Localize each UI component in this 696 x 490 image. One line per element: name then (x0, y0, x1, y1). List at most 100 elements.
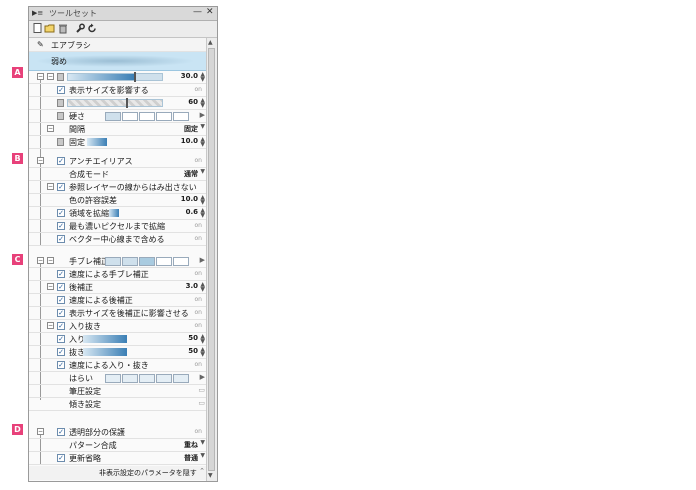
settings-dialog-icon[interactable]: ▭ (198, 399, 205, 407)
pressure-toggle-icon[interactable] (57, 112, 64, 120)
tilt-row[interactable]: 傾き設定 ▭ (29, 398, 206, 411)
update-skip-value[interactable]: 普通 (184, 453, 198, 463)
dropdown-icon[interactable]: ▼ (200, 440, 205, 446)
collapse-icon[interactable]: − (47, 322, 54, 329)
ref-layer-checkbox[interactable]: ✓ (57, 183, 65, 191)
stabilize-cell[interactable] (122, 257, 138, 266)
collapse-icon[interactable]: − (47, 125, 54, 132)
hardness-cell[interactable] (156, 112, 172, 121)
stabilize-cell[interactable] (139, 257, 155, 266)
vector-center-checkbox[interactable]: ✓ (57, 235, 65, 243)
taper-in-value[interactable]: 50 (188, 334, 198, 342)
spinner-icon[interactable]: ▲ ▼ (200, 347, 205, 358)
spinner-icon[interactable]: ▲ ▼ (200, 137, 205, 148)
collapse-icon[interactable]: − (37, 428, 44, 435)
post-correct-value[interactable]: 3.0 (186, 282, 198, 290)
scroll-down-icon[interactable]: ▼ (208, 472, 213, 479)
density-slider[interactable] (67, 98, 163, 108)
expand-dark-checkbox[interactable]: ✓ (57, 222, 65, 230)
collapse-icon[interactable]: − (37, 157, 44, 164)
harai-cell[interactable] (139, 374, 155, 383)
close-button[interactable]: ✕ (206, 7, 214, 17)
post-correct-checkbox[interactable]: ✓ (57, 283, 65, 291)
collapse-icon[interactable]: − (47, 257, 54, 264)
stabilize-cell[interactable] (105, 257, 121, 266)
update-skip-checkbox[interactable]: ✓ (57, 454, 65, 462)
spinner-icon[interactable]: ▲ ▼ (200, 72, 205, 83)
size-affect-checkbox[interactable]: ✓ (57, 86, 65, 94)
scroll-thumb[interactable] (208, 48, 215, 471)
harai-cells[interactable] (105, 374, 190, 383)
taper-checkbox[interactable]: ✓ (57, 322, 65, 330)
collapse-icon[interactable]: − (37, 73, 44, 80)
fixed-value[interactable]: 10.0 (181, 137, 198, 145)
panel-tab-label[interactable]: ツールセット (49, 8, 97, 19)
spinner-icon[interactable]: ▲ ▼ (200, 208, 205, 219)
scroll-up-icon[interactable]: ▲ (208, 39, 213, 46)
harai-cell[interactable] (122, 374, 138, 383)
pressure-toggle-icon[interactable] (57, 138, 64, 146)
antialias-checkbox[interactable]: ✓ (57, 157, 65, 165)
color-tolerance-value[interactable]: 10.0 (181, 195, 198, 203)
pattern-blend-value[interactable]: 重ね (184, 440, 198, 450)
protect-alpha-checkbox[interactable]: ✓ (57, 428, 65, 436)
hide-params-label[interactable]: 非表示設定のパラメータを隠す (99, 468, 197, 478)
new-sub-tool-icon[interactable] (32, 23, 43, 34)
spinner-icon[interactable]: ▲ ▼ (200, 195, 205, 206)
hardness-cells[interactable] (105, 112, 190, 121)
collapse-icon[interactable]: − (47, 183, 54, 190)
spinner-icon[interactable]: ▲ ▼ (200, 282, 205, 293)
taper-out-value[interactable]: 50 (188, 347, 198, 355)
folder-icon[interactable] (44, 23, 55, 34)
expand-arrow-icon[interactable]: ▶ (200, 111, 205, 119)
blend-mode-value[interactable]: 通常 (184, 169, 198, 179)
reset-icon[interactable] (86, 23, 97, 34)
spinner-icon[interactable]: ▲ ▼ (200, 98, 205, 109)
panel-scrollbar[interactable]: ▲ ▼ (206, 38, 217, 481)
collapse-icon[interactable]: − (47, 283, 54, 290)
hardness-cell[interactable] (139, 112, 155, 121)
fixed-slider[interactable] (87, 138, 107, 146)
taper-out-slider[interactable] (83, 348, 127, 356)
density-value[interactable]: 60 (188, 98, 198, 106)
minimize-button[interactable]: — (193, 7, 202, 17)
dropdown-icon[interactable]: ▼ (200, 124, 205, 130)
taper-in-checkbox[interactable]: ✓ (57, 335, 65, 343)
brush-size-slider[interactable] (67, 72, 163, 82)
panel-menu-icon[interactable]: ▶≡ (32, 9, 43, 17)
trash-icon[interactable] (57, 23, 68, 34)
harai-cell[interactable] (105, 374, 121, 383)
brush-size-value[interactable]: 30.0 (181, 72, 198, 80)
expand-arrow-icon[interactable]: ▶ (200, 373, 205, 381)
spacing-value[interactable]: 固定 (184, 124, 198, 134)
hardness-cell[interactable] (122, 112, 138, 121)
hardness-cell[interactable] (173, 112, 189, 121)
area-scale-checkbox[interactable]: ✓ (57, 209, 65, 217)
subtool-row[interactable]: 弱め (29, 52, 206, 71)
stabilize-cell[interactable] (156, 257, 172, 266)
dropdown-icon[interactable]: ▼ (200, 169, 205, 175)
settings-dialog-icon[interactable]: ▭ (198, 386, 205, 394)
speed-taper-checkbox[interactable]: ✓ (57, 361, 65, 369)
area-scale-slider[interactable] (109, 209, 119, 217)
harai-cell[interactable] (173, 374, 189, 383)
taper-in-slider[interactable] (83, 335, 127, 343)
wrench-icon[interactable] (74, 23, 85, 34)
collapse-icon[interactable]: − (47, 73, 54, 80)
area-scale-value[interactable]: 0.6 (186, 208, 198, 216)
dropdown-icon[interactable]: ▼ (200, 453, 205, 459)
collapse-icon[interactable]: − (37, 257, 44, 264)
speed-post-checkbox[interactable]: ✓ (57, 296, 65, 304)
hardness-cell[interactable] (105, 112, 121, 121)
stabilize-cells[interactable] (105, 257, 190, 266)
brush-size-knob[interactable] (134, 72, 136, 82)
footer-row[interactable]: 非表示設定のパラメータを隠す ⌃ (29, 466, 206, 480)
expand-arrow-icon[interactable]: ▶ (200, 256, 205, 264)
speed-stabilize-checkbox[interactable]: ✓ (57, 270, 65, 278)
taper-out-checkbox[interactable]: ✓ (57, 348, 65, 356)
harai-cell[interactable] (156, 374, 172, 383)
pressure-toggle-icon[interactable] (57, 99, 64, 107)
size-post-checkbox[interactable]: ✓ (57, 309, 65, 317)
stabilize-cell[interactable] (173, 257, 189, 266)
density-knob[interactable] (126, 98, 128, 108)
